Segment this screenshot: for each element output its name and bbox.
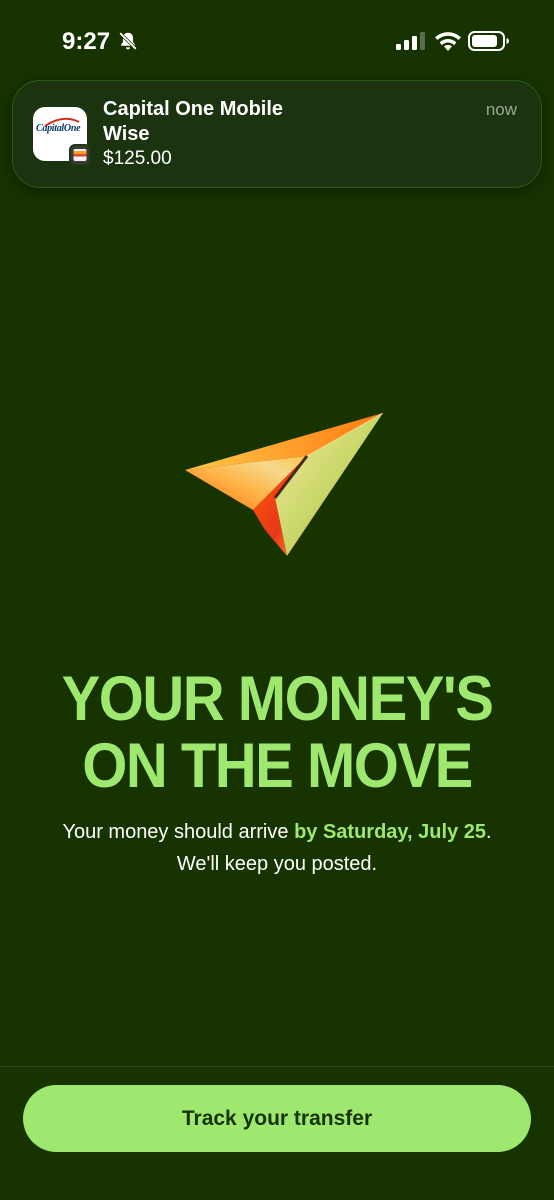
status-bar: 9:27 xyxy=(0,0,554,80)
arrival-line-1: Your money should arrive by Saturday, Ju… xyxy=(0,816,554,848)
footer-divider xyxy=(0,1066,554,1067)
headline-line-1: YOUR MONEY'S xyxy=(61,663,494,735)
capital-one-logo-text: CapitalOne xyxy=(36,123,81,134)
arrival-prefix: Your money should arrive xyxy=(62,821,295,843)
capital-one-icon: CapitalOne xyxy=(33,107,91,166)
notification-amount: $125.00 xyxy=(103,148,172,169)
notification-title: Capital One Mobile Wise xyxy=(103,97,403,147)
cellular-signal-icon xyxy=(396,32,425,50)
wifi-icon xyxy=(435,32,461,51)
notification-app-name: Capital One Mobile xyxy=(103,98,284,120)
status-time: 9:27 xyxy=(62,28,111,55)
battery-icon xyxy=(468,31,509,51)
paper-plane-icon xyxy=(185,412,384,556)
screen: 9:27 CapitalOne Capital One Mobile Wise … xyxy=(0,0,554,1200)
notification-banner[interactable]: CapitalOne Capital One Mobile Wise $125.… xyxy=(12,80,542,188)
track-transfer-button[interactable]: Track your transfer xyxy=(23,1085,531,1152)
notification-sender: Wise xyxy=(103,123,150,145)
headline-line-2: ON THE MOVE xyxy=(82,730,473,801)
arrival-line-2: We'll keep you posted. xyxy=(176,853,378,875)
notification-time: now xyxy=(485,100,517,119)
arrival-date: by Saturday, July 25 xyxy=(294,821,486,843)
arrival-message: Your money should arrive by Saturday, Ju… xyxy=(0,816,554,880)
headline: YOUR MONEY'S ON THE MOVE xyxy=(0,663,554,801)
wallet-icon xyxy=(69,144,91,166)
arrival-suffix: . xyxy=(486,821,492,843)
bell-slash-icon xyxy=(119,32,137,50)
